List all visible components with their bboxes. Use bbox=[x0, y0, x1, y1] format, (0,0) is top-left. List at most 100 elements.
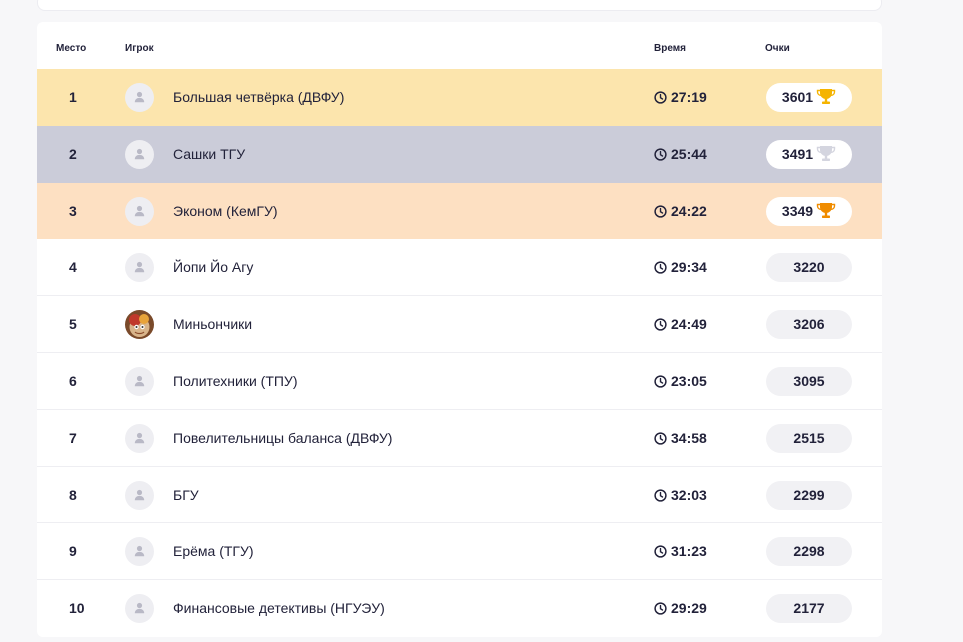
table-row: 9 Ерёма (ТГУ) 31:23 2298 bbox=[37, 523, 882, 581]
row-score: 3491 bbox=[781, 145, 814, 162]
clock-icon bbox=[654, 241, 667, 297]
row-score: 3349 bbox=[781, 202, 814, 219]
score-badge: 2298 bbox=[766, 537, 852, 567]
row-place: 8 bbox=[69, 486, 77, 503]
table-row: 10 Финансовые детективы (НГУЭУ) 29:29 2177 bbox=[37, 580, 882, 637]
score-badge: 3206 bbox=[766, 310, 852, 340]
row-time-value: 29:29 bbox=[671, 600, 707, 617]
user-icon bbox=[125, 83, 154, 112]
row-score: 3095 bbox=[793, 372, 825, 389]
row-time: 34:58 bbox=[654, 410, 707, 468]
user-icon bbox=[125, 139, 154, 169]
row-time: 25:44 bbox=[654, 126, 707, 184]
row-time: 23:05 bbox=[654, 353, 707, 411]
row-time-value: 25:44 bbox=[671, 145, 707, 162]
table-row: 4 Йопи Йо Агу 29:34 3220 bbox=[37, 239, 882, 297]
row-team-name[interactable]: Миньончики bbox=[173, 296, 252, 352]
clock-icon bbox=[654, 525, 667, 581]
row-time: 29:29 bbox=[654, 580, 707, 637]
row-place: 4 bbox=[69, 259, 77, 276]
score-badge: 3491 bbox=[766, 139, 852, 172]
row-team-name[interactable]: Повелительницы баланса (ДВФУ) bbox=[173, 410, 392, 466]
score-badge: 3349 bbox=[766, 196, 852, 229]
leaderboard-table: Место Игрок Время Очки 1 Большая четвёрка… bbox=[37, 22, 882, 637]
row-time: 32:03 bbox=[654, 467, 707, 525]
row-place: 10 bbox=[69, 600, 85, 617]
row-place: 9 bbox=[69, 543, 77, 560]
header-place: Место bbox=[56, 43, 87, 54]
row-team-name[interactable]: Ерёма (ТГУ) bbox=[173, 523, 254, 579]
row-team-name[interactable]: Сашки ТГУ bbox=[173, 126, 245, 182]
row-time-value: 29:34 bbox=[671, 259, 707, 276]
user-icon bbox=[125, 366, 154, 396]
row-time-value: 24:22 bbox=[671, 202, 707, 219]
row-time-value: 31:23 bbox=[671, 543, 707, 560]
row-place: 2 bbox=[69, 145, 77, 162]
row-place: 3 bbox=[69, 202, 77, 219]
user-icon bbox=[125, 253, 154, 283]
clock-icon bbox=[654, 71, 667, 127]
row-time: 29:34 bbox=[654, 239, 707, 297]
trophy-icon bbox=[816, 86, 836, 115]
header-time: Время bbox=[654, 43, 686, 54]
row-score: 3601 bbox=[781, 89, 814, 105]
clock-icon bbox=[654, 582, 667, 637]
score-badge: 2515 bbox=[766, 423, 852, 453]
row-place: 5 bbox=[69, 316, 77, 333]
trophy-icon bbox=[816, 143, 836, 172]
table-row: 3 Эконом (КемГУ) 24:22 3349 bbox=[37, 182, 882, 241]
row-score: 2515 bbox=[793, 429, 825, 446]
table-row: 5 Миньончики 24:49 3206 bbox=[37, 296, 882, 353]
clock-icon bbox=[654, 185, 667, 241]
row-team-name[interactable]: Финансовые детективы (НГУЭУ) bbox=[173, 580, 385, 636]
row-team-name[interactable]: Политехники (ТПУ) bbox=[173, 353, 297, 409]
user-icon bbox=[125, 594, 154, 624]
score-badge: 2177 bbox=[766, 594, 852, 624]
row-time: 24:22 bbox=[654, 183, 707, 241]
row-time-value: 34:58 bbox=[671, 429, 707, 446]
trophy-icon bbox=[816, 200, 836, 229]
user-icon bbox=[125, 423, 154, 453]
row-place: 7 bbox=[69, 429, 77, 446]
score-badge: 3601 bbox=[766, 83, 852, 112]
clock-icon bbox=[654, 128, 667, 184]
user-icon bbox=[125, 480, 154, 510]
top-panel bbox=[37, 0, 882, 11]
table-body: 1 Большая четвёрка (ДВФУ) 27:19 3601 2 Сашки … bbox=[37, 69, 882, 637]
row-score: 2299 bbox=[793, 486, 825, 503]
row-team-name[interactable]: Йопи Йо Агу bbox=[173, 239, 253, 295]
user-icon bbox=[125, 196, 154, 226]
row-time-value: 32:03 bbox=[671, 486, 707, 503]
clock-icon bbox=[654, 355, 667, 411]
row-place: 6 bbox=[69, 372, 77, 389]
clock-icon bbox=[654, 469, 667, 525]
header-score: Очки bbox=[765, 43, 790, 54]
clock-icon bbox=[654, 298, 667, 354]
clock-icon bbox=[654, 412, 667, 468]
row-place: 1 bbox=[69, 89, 77, 105]
row-time: 24:49 bbox=[654, 296, 707, 354]
row-score: 3206 bbox=[793, 316, 825, 333]
row-time: 27:19 bbox=[654, 69, 707, 127]
row-score: 2177 bbox=[793, 600, 825, 617]
team-avatar bbox=[125, 310, 154, 340]
row-time-value: 23:05 bbox=[671, 372, 707, 389]
score-badge: 3220 bbox=[766, 253, 852, 283]
row-score: 3220 bbox=[793, 259, 825, 276]
table-header: Место Игрок Время Очки bbox=[37, 22, 882, 69]
table-row: 8 БГУ 32:03 2299 bbox=[37, 467, 882, 524]
row-team-name[interactable]: Эконом (КемГУ) bbox=[173, 183, 278, 239]
row-team-name[interactable]: Большая четвёрка (ДВФУ) bbox=[173, 69, 344, 125]
table-row: 1 Большая четвёрка (ДВФУ) 27:19 3601 bbox=[37, 69, 882, 126]
row-score: 2298 bbox=[793, 543, 825, 560]
table-row: 6 Политехники (ТПУ) 23:05 3095 bbox=[37, 353, 882, 410]
score-badge: 3095 bbox=[766, 366, 852, 396]
row-team-name[interactable]: БГУ bbox=[173, 467, 199, 523]
table-row: 7 Повелительницы баланса (ДВФУ) 34:58 2515 bbox=[37, 410, 882, 467]
header-player: Игрок bbox=[125, 43, 154, 54]
row-time-value: 24:49 bbox=[671, 316, 707, 333]
row-time: 31:23 bbox=[654, 523, 707, 581]
table-row: 2 Сашки ТГУ 25:44 3491 bbox=[37, 125, 882, 184]
row-time-value: 27:19 bbox=[671, 89, 707, 105]
user-icon bbox=[125, 537, 154, 567]
